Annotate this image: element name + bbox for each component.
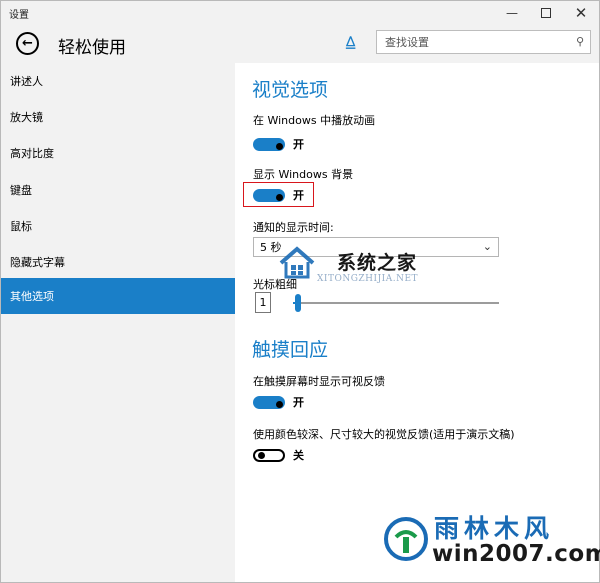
watermark-title: 系统之家 bbox=[337, 252, 418, 274]
sidebar: 讲述人 放大镜 高对比度 键盘 鼠标 隐藏式字幕 其他选项 bbox=[1, 63, 235, 582]
visual-options-heading: 视觉选项 bbox=[252, 79, 329, 101]
cursor-thickness-slider-thumb[interactable] bbox=[295, 294, 301, 312]
sidebar-item-narrator[interactable]: 讲述人 bbox=[1, 63, 235, 99]
visual-feedback-toggle[interactable] bbox=[253, 395, 285, 409]
sidebar-item-label: 键盘 bbox=[10, 184, 32, 197]
pin-icon[interactable]: ⧏ bbox=[342, 35, 361, 51]
maximize-button[interactable] bbox=[529, 1, 563, 24]
cursor-preview-value: 1 bbox=[259, 296, 267, 309]
darker-feedback-label: 使用颜色较深、尺寸较大的视觉反馈(适用于演示文稿) bbox=[253, 428, 515, 441]
toggle-state: 开 bbox=[293, 189, 304, 202]
show-background-label: 显示 Windows 背景 bbox=[253, 168, 354, 181]
arrow-left-icon: ← bbox=[22, 36, 33, 51]
brand-logo-icon bbox=[384, 517, 428, 561]
sidebar-item-magnifier[interactable]: 放大镜 bbox=[1, 99, 235, 135]
brand-name: 雨林木风 bbox=[434, 514, 555, 543]
play-animations-label: 在 Windows 中播放动画 bbox=[253, 114, 376, 127]
back-button[interactable]: ← bbox=[16, 32, 39, 55]
sidebar-item-label: 鼠标 bbox=[10, 220, 32, 233]
header: ← 轻松使用 ⧏ ⚲ bbox=[1, 24, 599, 63]
visual-feedback-label: 在触摸屏幕时显示可视反馈 bbox=[253, 375, 385, 388]
toggle-state: 关 bbox=[293, 449, 304, 462]
play-animations-row: 开 bbox=[253, 136, 304, 152]
sidebar-item-label: 高对比度 bbox=[10, 147, 54, 160]
darker-feedback-row: 关 bbox=[253, 447, 304, 463]
chevron-down-icon: ⌄ bbox=[482, 240, 492, 253]
play-animations-toggle[interactable] bbox=[253, 137, 285, 151]
cursor-thickness-preview: 1 bbox=[255, 292, 271, 313]
sidebar-item-label: 其他选项 bbox=[10, 290, 54, 303]
window-title: 设置 bbox=[9, 10, 29, 21]
house-logo-icon bbox=[279, 246, 315, 279]
sidebar-item-label: 讲述人 bbox=[10, 75, 43, 88]
sidebar-item-captions[interactable]: 隐藏式字幕 bbox=[1, 244, 235, 280]
close-button[interactable]: ✕ bbox=[564, 1, 598, 24]
visual-feedback-row: 开 bbox=[253, 394, 304, 410]
sidebar-item-high-contrast[interactable]: 高对比度 bbox=[1, 135, 235, 171]
page-title: 轻松使用 bbox=[58, 38, 126, 58]
sidebar-item-other-options[interactable]: 其他选项 bbox=[1, 278, 235, 314]
show-background-toggle[interactable] bbox=[253, 188, 285, 202]
xitongzhijia-watermark: 系统之家 XITONGZHIJIA.NET bbox=[277, 243, 457, 293]
yulinmufeng-watermark: 雨林木风 win2007.com bbox=[384, 509, 600, 579]
close-icon: ✕ bbox=[574, 3, 588, 22]
sidebar-item-label: 放大镜 bbox=[10, 111, 43, 124]
title-bar: 设置 — ✕ bbox=[1, 1, 599, 24]
main-content: 视觉选项 在 Windows 中播放动画 开 显示 Windows 背景 开 通… bbox=[235, 63, 599, 582]
watermark-subtitle: XITONGZHIJIA.NET bbox=[317, 274, 419, 284]
minimize-icon: — bbox=[506, 5, 518, 20]
toggle-state: 开 bbox=[293, 138, 304, 151]
cursor-thickness-slider-track[interactable] bbox=[293, 302, 499, 304]
darker-feedback-toggle[interactable] bbox=[253, 448, 285, 462]
sidebar-item-mouse[interactable]: 鼠标 bbox=[1, 208, 235, 244]
maximize-icon bbox=[541, 7, 551, 18]
minimize-button[interactable]: — bbox=[495, 1, 529, 24]
show-background-row: 开 bbox=[253, 187, 304, 203]
touch-feedback-heading: 触摸回应 bbox=[252, 339, 329, 361]
sidebar-item-keyboard[interactable]: 键盘 bbox=[1, 172, 235, 208]
search-input[interactable] bbox=[377, 31, 557, 54]
search-box[interactable]: ⚲ bbox=[376, 30, 591, 54]
notify-time-label: 通知的显示时间: bbox=[253, 221, 334, 234]
brand-url: win2007.com bbox=[432, 541, 600, 567]
settings-window: 设置 — ✕ ← 轻松使用 ⧏ ⚲ 讲述人 放大镜 高对比度 bbox=[0, 0, 600, 583]
magnifier-icon[interactable]: ⚲ bbox=[576, 35, 584, 48]
sidebar-item-label: 隐藏式字幕 bbox=[10, 256, 65, 269]
toggle-state: 开 bbox=[293, 396, 304, 409]
